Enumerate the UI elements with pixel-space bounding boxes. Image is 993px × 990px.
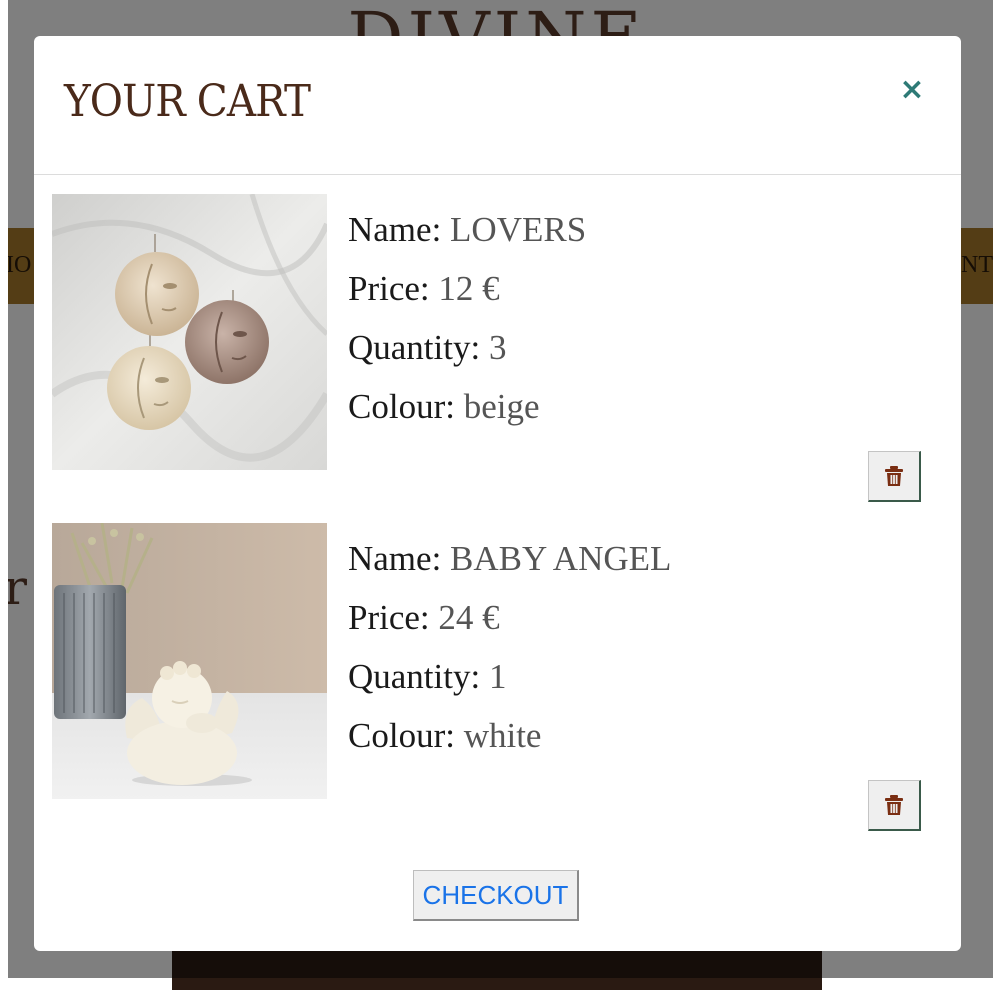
delete-item-button[interactable] bbox=[868, 780, 921, 831]
cart-item: Name: BABY ANGEL Price: 24 € Quantity: 1… bbox=[52, 523, 942, 831]
colour-label: Colour: bbox=[348, 716, 455, 755]
cart-modal: YOUR CART × Name: LOVERS Price: 12 € Qua… bbox=[34, 36, 961, 951]
quantity-value: 1 bbox=[488, 657, 507, 696]
item-name-row: Name: LOVERS bbox=[348, 200, 586, 259]
name-value: BABY ANGEL bbox=[450, 539, 672, 578]
item-details: Name: LOVERS Price: 12 € Quantity: 3 Col… bbox=[348, 200, 586, 436]
cart-item: Name: LOVERS Price: 12 € Quantity: 3 Col… bbox=[52, 194, 942, 502]
item-quantity-row: Quantity: 3 bbox=[348, 318, 586, 377]
name-label: Name: bbox=[348, 539, 442, 578]
quantity-label: Quantity: bbox=[348, 328, 481, 367]
delete-item-button[interactable] bbox=[868, 451, 921, 502]
trash-icon bbox=[885, 795, 903, 815]
price-value: 12 € bbox=[438, 269, 500, 308]
trash-icon bbox=[885, 466, 903, 486]
modal-header: YOUR CART × bbox=[34, 36, 961, 175]
name-label: Name: bbox=[348, 210, 442, 249]
window-edge bbox=[0, 0, 8, 978]
product-image-baby-angel bbox=[52, 523, 327, 799]
colour-value: white bbox=[463, 716, 542, 755]
product-image-lovers bbox=[52, 194, 327, 470]
item-colour-row: Colour: beige bbox=[348, 377, 586, 436]
modal-title: YOUR CART bbox=[64, 76, 311, 127]
item-quantity-row: Quantity: 1 bbox=[348, 647, 671, 706]
checkout-button[interactable]: CHECKOUT bbox=[413, 870, 579, 921]
price-value: 24 € bbox=[438, 598, 500, 637]
item-colour-row: Colour: white bbox=[348, 706, 671, 765]
colour-value: beige bbox=[463, 387, 540, 426]
close-icon: × bbox=[899, 72, 925, 107]
name-value: LOVERS bbox=[450, 210, 587, 249]
quantity-label: Quantity: bbox=[348, 657, 481, 696]
close-button[interactable]: × bbox=[896, 74, 928, 106]
item-details: Name: BABY ANGEL Price: 24 € Quantity: 1… bbox=[348, 529, 671, 765]
item-name-row: Name: BABY ANGEL bbox=[348, 529, 671, 588]
price-label: Price: bbox=[348, 598, 430, 637]
item-price-row: Price: 12 € bbox=[348, 259, 586, 318]
item-price-row: Price: 24 € bbox=[348, 588, 671, 647]
quantity-value: 3 bbox=[488, 328, 507, 367]
colour-label: Colour: bbox=[348, 387, 455, 426]
price-label: Price: bbox=[348, 269, 430, 308]
